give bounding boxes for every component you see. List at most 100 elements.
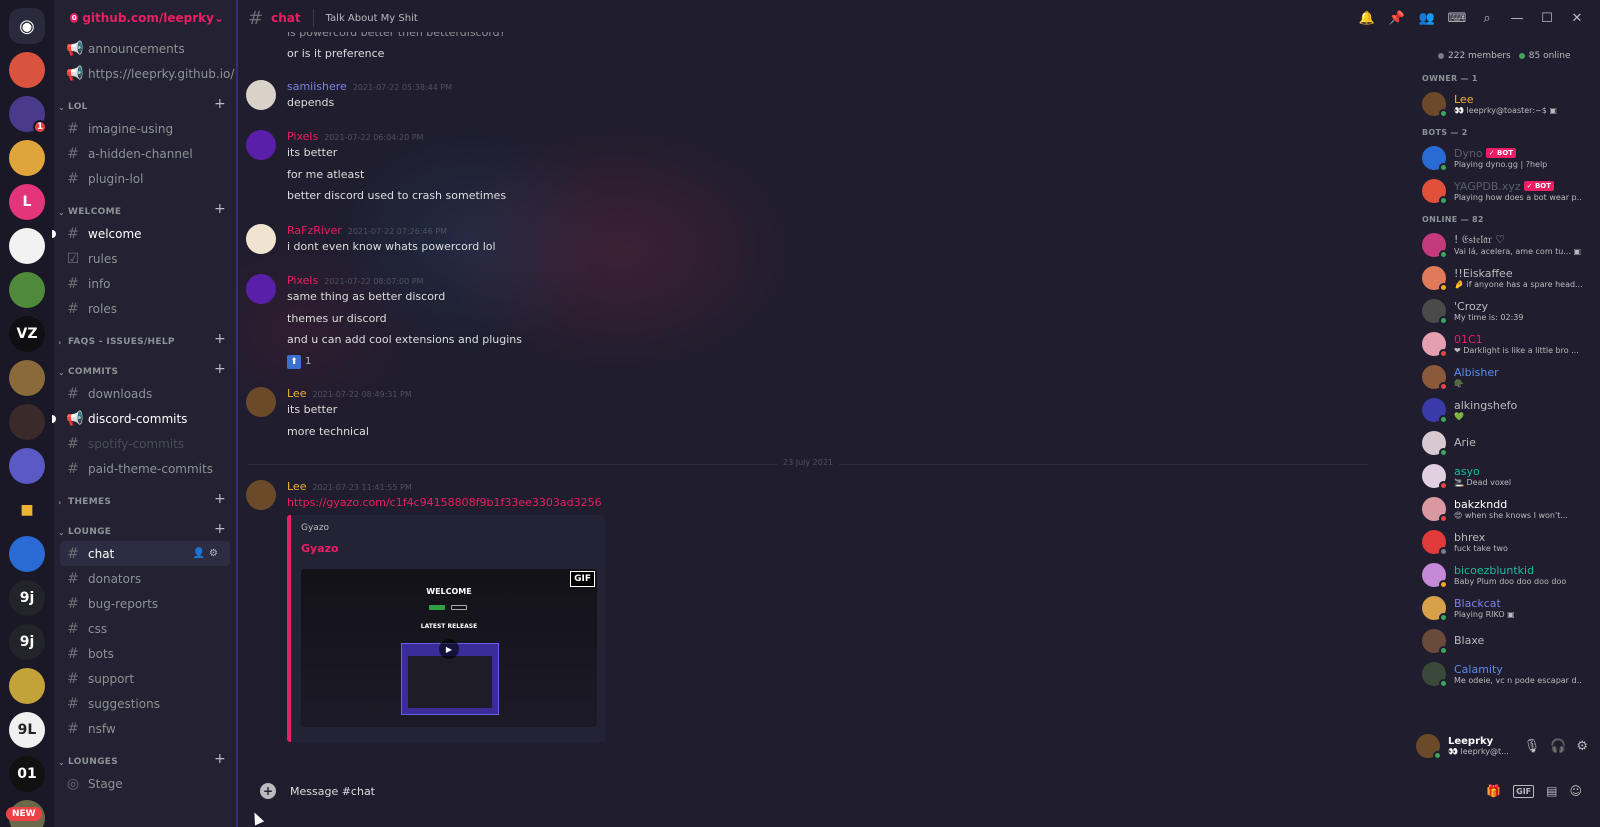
channel-discord-commits[interactable]: 📢 discord-commits: [52, 406, 236, 431]
gif-picker-button[interactable]: GIF: [1513, 784, 1535, 798]
category-welcome[interactable]: ⌄ WELCOME +: [54, 197, 236, 221]
avatar[interactable]: [246, 480, 276, 510]
add-channel-icon[interactable]: +: [214, 521, 226, 537]
close-icon[interactable]: ✕: [1568, 9, 1586, 27]
server-icon-dark-portrait[interactable]: [9, 404, 45, 440]
server-icon-discord-home[interactable]: ◉: [9, 8, 45, 44]
play-icon[interactable]: ▶: [439, 639, 459, 659]
avatar[interactable]: [1422, 529, 1448, 556]
gift-icon[interactable]: 🎁: [1486, 784, 1501, 798]
headphones-icon[interactable]: 🎧: [1550, 739, 1566, 754]
avatar[interactable]: [1422, 145, 1448, 172]
channel-roles[interactable]: # roles: [54, 296, 236, 321]
avatar[interactable]: [1422, 232, 1448, 259]
channel-suggestions[interactable]: # suggestions: [54, 691, 236, 716]
add-channel-icon[interactable]: +: [214, 331, 226, 347]
add-channel-icon[interactable]: +: [214, 201, 226, 217]
avatar[interactable]: [1422, 298, 1448, 325]
avatar[interactable]: [246, 387, 276, 417]
member-item[interactable]: Calamity Me odeie, vc n pode escapar d...: [1412, 657, 1600, 690]
channel-info[interactable]: # info: [54, 271, 236, 296]
server-icon-binary[interactable]: 01: [9, 756, 45, 792]
category-lounges[interactable]: ⌄ LOUNGES +: [54, 747, 236, 771]
avatar[interactable]: [246, 224, 276, 254]
server-icon-city[interactable]: 1: [9, 96, 47, 134]
avatar[interactable]: [1422, 562, 1448, 589]
channel-plugin-lol[interactable]: # plugin-lol: [54, 166, 236, 191]
message-author[interactable]: RaFzRiver: [287, 224, 342, 237]
reaction[interactable]: ⬆ 1: [287, 354, 311, 369]
minimize-icon[interactable]: —: [1508, 9, 1526, 27]
server-icon-pink-l[interactable]: L: [9, 184, 45, 220]
add-attachment-icon[interactable]: +: [260, 783, 276, 799]
gear-icon[interactable]: ⚙: [1576, 739, 1588, 754]
member-item[interactable]: YAGPDB.xyz ✓ BOT Playing how does a bot we…: [1412, 174, 1600, 207]
message-author[interactable]: Pixels: [287, 130, 318, 143]
server-icon-penguin[interactable]: [9, 668, 45, 704]
embed-thumbnail[interactable]: WELCOME LATEST RELEASE ▶ GIF: [301, 569, 597, 727]
member-item[interactable]: ! 𝔈𝔰𝔱𝔢𝔩𝔞𝔯 ♡ Vai lá, acelera, ame com tu..…: [1412, 228, 1600, 261]
avatar[interactable]: [1422, 178, 1448, 205]
avatar[interactable]: [1422, 364, 1448, 391]
pin-icon[interactable]: 📌: [1388, 9, 1406, 27]
channel-nsfw[interactable]: # nsfw: [54, 716, 236, 741]
avatar[interactable]: [246, 80, 276, 110]
member-item[interactable]: Arie: [1412, 426, 1600, 459]
member-item[interactable]: bicoezbluntkid Baby Plum doo doo doo doo: [1412, 558, 1600, 591]
sticker-icon[interactable]: ▤: [1546, 784, 1557, 798]
member-item[interactable]: Blackcat Playing RIKO ▣: [1412, 591, 1600, 624]
category-themes[interactable]: › THEMES +: [54, 487, 236, 511]
channel-imagine-using[interactable]: # imagine-using: [54, 116, 236, 141]
channel-spotify-commits[interactable]: # spotify-commits: [54, 431, 236, 456]
gear-icon[interactable]: ⚙: [209, 548, 222, 559]
keyboard-icon[interactable]: ⌨: [1448, 9, 1467, 27]
avatar[interactable]: [1422, 430, 1448, 457]
server-icon-frog[interactable]: [9, 272, 45, 308]
member-item[interactable]: bakzkndd 😍 when she knows I won't...: [1412, 492, 1600, 525]
channel-rules[interactable]: ☑ rules: [54, 246, 236, 271]
member-item[interactable]: !!Eiskaffee 🤌 if anyone has a spare head.…: [1412, 261, 1600, 294]
member-item[interactable]: Dyno ✓ BOT Playing dyno.gg | ?help: [1412, 141, 1600, 174]
message-author[interactable]: samiishere: [287, 80, 347, 93]
member-item[interactable]: bhrex fuck take two: [1412, 525, 1600, 558]
microphone-icon[interactable]: 🎙: [1524, 739, 1541, 754]
members-icon[interactable]: 👥: [1418, 9, 1436, 27]
category-faqs-issues-help[interactable]: › FAQS - ISSUES/HELP +: [54, 327, 236, 351]
server-icon-pinwheel[interactable]: [9, 140, 45, 176]
message-author[interactable]: Lee: [287, 480, 306, 493]
category-commits[interactable]: ⌄ COMMITS +: [54, 357, 236, 381]
member-item[interactable]: Lee 👀 leeprky@toaster:~$ ▣: [1412, 87, 1600, 120]
member-item[interactable]: 'Crozy My time is: 02:39: [1412, 294, 1600, 327]
add-channel-icon[interactable]: +: [214, 491, 226, 507]
avatar[interactable]: [1422, 397, 1448, 424]
add-channel-icon[interactable]: +: [214, 751, 226, 767]
emoji-icon[interactable]: ☺: [1569, 784, 1582, 798]
server-icon-folder[interactable]: ■: [9, 492, 45, 528]
server-icon-9l[interactable]: 9L: [9, 712, 45, 748]
avatar[interactable]: [1422, 265, 1448, 292]
member-item[interactable]: Albisher 🪖: [1412, 360, 1600, 393]
avatar[interactable]: [1422, 463, 1448, 490]
server-icon-sunset[interactable]: [9, 52, 45, 88]
search-icon[interactable]: ⌕: [1478, 9, 1496, 27]
avatar[interactable]: [1422, 496, 1448, 523]
add-channel-icon[interactable]: +: [214, 361, 226, 377]
message-link[interactable]: https://gyazo.com/c1f4c94158808f9b1f33ee…: [287, 496, 602, 509]
avatar[interactable]: [1416, 734, 1442, 760]
guild-header[interactable]: 0 github.com/leeprky ⌄: [54, 0, 236, 36]
member-item[interactable]: Blaxe: [1412, 624, 1600, 657]
message-author[interactable]: Pixels: [287, 274, 318, 287]
server-icon-goose[interactable]: [9, 228, 45, 264]
channel-welcome[interactable]: # welcome: [52, 221, 236, 246]
server-icon-9j-2[interactable]: 9j: [9, 624, 45, 660]
avatar[interactable]: [1422, 661, 1448, 688]
message-author[interactable]: Lee: [287, 387, 306, 400]
server-icon-portrait[interactable]: [9, 360, 45, 396]
channel-downloads[interactable]: # downloads: [54, 381, 236, 406]
channel-donators[interactable]: # donators: [54, 566, 236, 591]
avatar[interactable]: [246, 274, 276, 304]
channel-css[interactable]: # css: [54, 616, 236, 641]
channel-paid-theme-commits[interactable]: # paid-theme-commits: [54, 456, 236, 481]
message-input[interactable]: Message #chat: [290, 785, 1486, 798]
server-icon-9j[interactable]: 9j: [9, 580, 45, 616]
